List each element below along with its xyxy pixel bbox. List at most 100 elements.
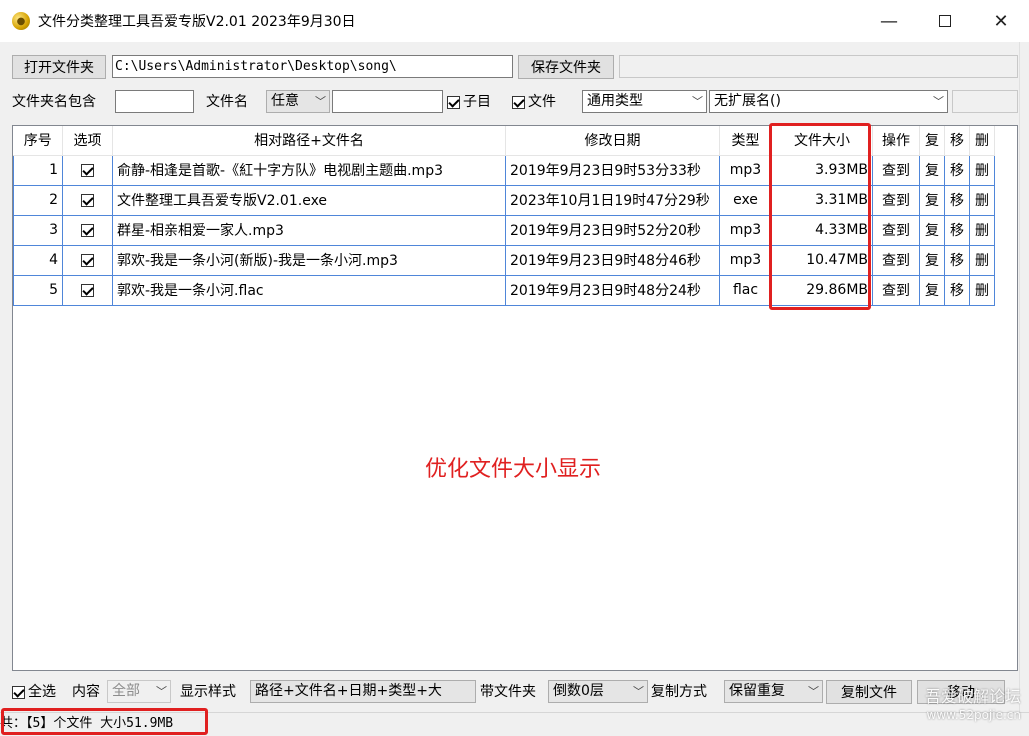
row-move-button[interactable]: 移 [944, 244, 970, 276]
copy-files-button[interactable]: 复制文件 [826, 680, 912, 704]
save-folder-button[interactable]: 保存文件夹 [518, 55, 614, 79]
subdir-label: 子目 [463, 94, 491, 110]
checkbox-checked-icon [512, 95, 525, 109]
row-index: 2 [13, 184, 63, 216]
row-type: mp3 [719, 214, 772, 246]
row-type: mp3 [719, 154, 772, 186]
row-locate-button[interactable]: 查到 [872, 274, 920, 306]
row-copy-button[interactable]: 复 [919, 244, 945, 276]
display-style-select[interactable]: 路径+文件名+日期+类型+大 [250, 680, 476, 703]
row-date: 2019年9月23日9时52分20秒 [505, 214, 720, 246]
row-filename[interactable]: 郭欢-我是一条小河(新版)-我是一条小河.mp3 [112, 244, 506, 276]
row-index: 3 [13, 214, 63, 246]
column-header-action[interactable]: 操作 [872, 126, 920, 156]
row-checkbox[interactable] [62, 184, 113, 216]
row-locate-button[interactable]: 查到 [872, 184, 920, 216]
maximize-icon [939, 15, 951, 27]
row-date: 2019年9月23日9时48分46秒 [505, 244, 720, 276]
chevron-down-icon: ﹀ [633, 685, 644, 698]
close-button[interactable]: ✕ [973, 0, 1029, 42]
select-all-label: 全选 [28, 684, 56, 700]
row-move-button[interactable]: 移 [944, 214, 970, 246]
close-icon: ✕ [993, 10, 1009, 32]
row-index: 4 [13, 244, 63, 276]
row-move-button[interactable]: 移 [944, 184, 970, 216]
column-header-index[interactable]: 序号 [13, 126, 63, 156]
file-checkbox[interactable]: 文件 [512, 92, 556, 112]
row-date: 2019年9月23日9时48分24秒 [505, 274, 720, 306]
row-type: exe [719, 184, 772, 216]
row-locate-button[interactable]: 查到 [872, 214, 920, 246]
with-folder-select[interactable]: 倒数0层 ﹀ [548, 680, 648, 703]
with-folder-value: 倒数0层 [553, 683, 604, 699]
file-label: 文件 [528, 94, 556, 110]
path-input[interactable]: C:\Users\Administrator\Desktop\song\ [112, 55, 513, 78]
row-move-button[interactable]: 移 [944, 274, 970, 306]
size-column-highlight [769, 123, 871, 310]
row-delete-button[interactable]: 删 [969, 244, 995, 276]
title-bar: ● 文件分类整理工具吾爱专版V2.01 2023年9月30日 — ✕ [0, 0, 1029, 42]
filename-mode-select[interactable]: 任意 ﹀ [266, 90, 330, 113]
subdir-checkbox[interactable]: 子目 [447, 92, 491, 112]
row-copy-button[interactable]: 复 [919, 214, 945, 246]
watermark-line2: www.52pojie.cn [926, 708, 1021, 722]
minimize-icon: — [880, 10, 898, 32]
column-header-select[interactable]: 选项 [62, 126, 113, 156]
column-header-path[interactable]: 相对路径+文件名 [112, 126, 506, 156]
minimize-button[interactable]: — [861, 0, 917, 42]
display-style-label: 显示样式 [180, 684, 236, 700]
copy-mode-select[interactable]: 保留重复 ﹀ [724, 680, 823, 703]
window-controls: — ✕ [861, 0, 1029, 42]
row-date: 2023年10月1日19时47分29秒 [505, 184, 720, 216]
row-locate-button[interactable]: 查到 [872, 154, 920, 186]
row-copy-button[interactable]: 复 [919, 154, 945, 186]
type-select-value: 通用类型 [587, 93, 643, 109]
folder-name-contains-input[interactable] [115, 90, 194, 113]
checkbox-checked-icon [81, 283, 94, 297]
row-filename[interactable]: 郭欢-我是一条小河.flac [112, 274, 506, 306]
row-copy-button[interactable]: 复 [919, 184, 945, 216]
row-checkbox[interactable] [62, 154, 113, 186]
row-checkbox[interactable] [62, 214, 113, 246]
row-checkbox[interactable] [62, 244, 113, 276]
row-filename[interactable]: 群星-相亲相爱一家人.mp3 [112, 214, 506, 246]
copy-mode-label: 复制方式 [651, 684, 707, 700]
row-delete-button[interactable]: 删 [969, 274, 995, 306]
save-folder-path-field [619, 55, 1018, 78]
window-edge-scrollbar[interactable] [1019, 42, 1029, 736]
row-copy-button[interactable]: 复 [919, 274, 945, 306]
row-checkbox[interactable] [62, 274, 113, 306]
maximize-button[interactable] [917, 0, 973, 42]
row-type: flac [719, 274, 772, 306]
app-icon: ● [12, 12, 30, 30]
content-select[interactable]: 全部 ﹀ [107, 680, 171, 703]
row-delete-button[interactable]: 删 [969, 154, 995, 186]
filename-mode-value: 任意 [271, 93, 299, 109]
copy-mode-value: 保留重复 [729, 683, 785, 699]
select-all-checkbox[interactable]: 全选 [12, 682, 56, 702]
status-highlight [1, 708, 208, 735]
filename-input[interactable] [332, 90, 443, 113]
row-filename[interactable]: 俞静-相逢是首歌-《紅十字方队》电视剧主题曲.mp3 [112, 154, 506, 186]
row-locate-button[interactable]: 查到 [872, 244, 920, 276]
window-title: 文件分类整理工具吾爱专版V2.01 2023年9月30日 [38, 14, 356, 30]
extension-select[interactable]: 无扩展名() ﹀ [709, 90, 948, 113]
annotation-text: 优化文件大小显示 [425, 457, 602, 482]
type-select[interactable]: 通用类型 ﹀ [582, 90, 707, 113]
row-move-button[interactable]: 移 [944, 154, 970, 186]
row-filename[interactable]: 文件整理工具吾爱专版V2.01.exe [112, 184, 506, 216]
column-header-date[interactable]: 修改日期 [505, 126, 720, 156]
column-header-type[interactable]: 类型 [719, 126, 772, 156]
chevron-down-icon: ﹀ [692, 95, 703, 108]
content-select-value: 全部 [112, 683, 140, 699]
watermark: 吾爱破解论坛 www.52pojie.cn [925, 688, 1021, 724]
row-index: 5 [13, 274, 63, 306]
row-type: mp3 [719, 244, 772, 276]
row-delete-button[interactable]: 删 [969, 184, 995, 216]
checkbox-checked-icon [447, 95, 460, 109]
row-delete-button[interactable]: 删 [969, 214, 995, 246]
column-header-delete[interactable]: 删 [969, 126, 995, 156]
column-header-move[interactable]: 移 [944, 126, 970, 156]
column-header-copy[interactable]: 复 [919, 126, 945, 156]
open-folder-button[interactable]: 打开文件夹 [12, 55, 106, 79]
